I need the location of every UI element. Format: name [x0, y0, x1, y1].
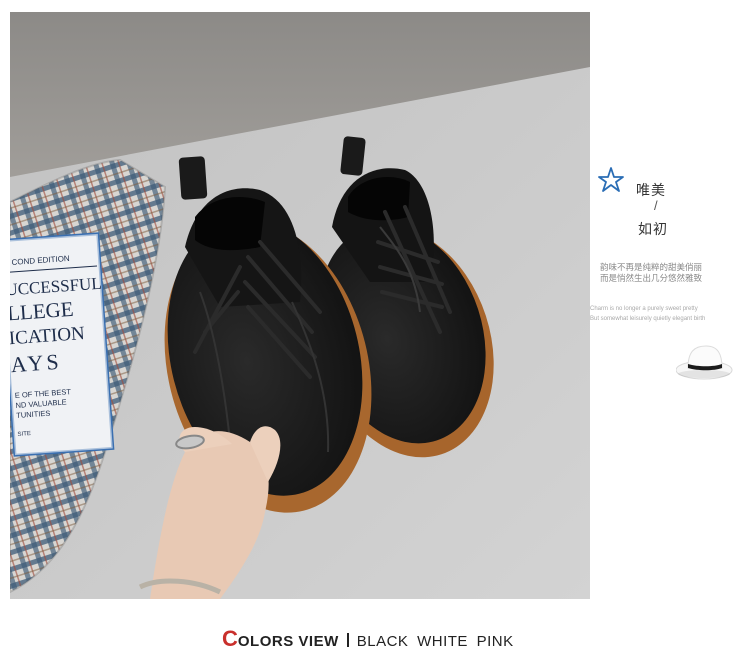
- svg-text:LLEGE: LLEGE: [10, 297, 74, 326]
- title-line1: 唯美: [636, 183, 666, 199]
- colors-view-c-letter: C: [222, 626, 238, 651]
- chinese-subtitle-line2: 而是悄然生出几分悠然雅致: [600, 274, 703, 284]
- book: COND EDITION UCCESSFUL LLEGE ICATION AYS…: [10, 232, 115, 457]
- english-subtitle-line2: But somewhat leisurely quietly elegant b…: [590, 316, 706, 322]
- title-block: 唯美 / 如初: [598, 162, 748, 242]
- svg-text:SITE: SITE: [17, 431, 31, 438]
- title-slash: /: [654, 198, 658, 213]
- english-subtitle-line1: Charm is no longer a purely sweet pretty: [590, 306, 698, 312]
- side-panel: 唯美 / 如初 韵味不再是纯粹的甜美俏丽 而是悄然生出几分悠然雅致 Charm …: [590, 12, 750, 599]
- hat-icon: [676, 345, 733, 380]
- product-photo: COND EDITION UCCESSFUL LLEGE ICATION AYS…: [10, 12, 590, 599]
- starfish-icon: [598, 167, 624, 192]
- svg-text:AYS: AYS: [10, 349, 62, 377]
- photo-illustration: COND EDITION UCCESSFUL LLEGE ICATION AYS…: [10, 12, 590, 599]
- colors-view-label: OLORS VIEW: [237, 633, 339, 650]
- colors-values: BLACK WHITE PINK: [356, 633, 514, 650]
- title-line2: 如初: [638, 222, 668, 238]
